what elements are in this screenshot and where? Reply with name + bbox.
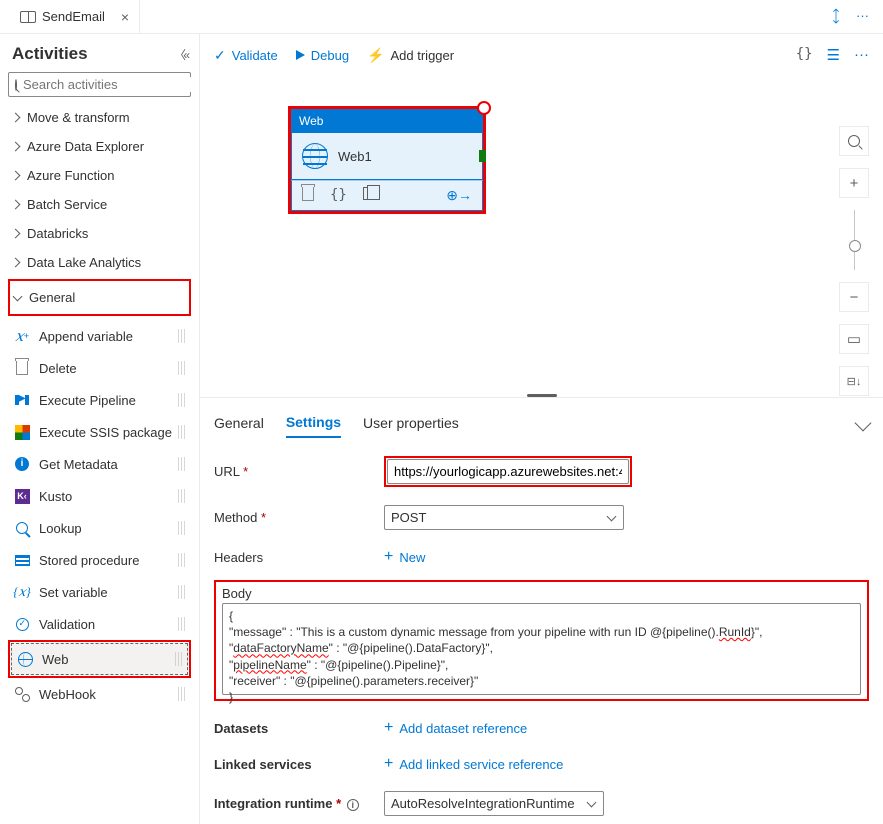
activity-kusto[interactable]: K‹Kusto bbox=[8, 480, 191, 512]
debug-button[interactable]: Debug bbox=[296, 48, 349, 63]
body-label: Body bbox=[222, 586, 861, 601]
add-trigger-button[interactable]: ⚡Add trigger bbox=[367, 47, 454, 64]
integration-runtime-label: Integration runtime * i bbox=[214, 796, 374, 811]
add-linked-service-button[interactable]: +Add linked service reference bbox=[384, 755, 563, 773]
cat-azure-function[interactable]: Azure Function bbox=[8, 161, 191, 190]
body-section: Body {"message" : "This is a custom dyna… bbox=[214, 580, 869, 701]
delete-node-icon[interactable] bbox=[302, 187, 314, 201]
activity-execute-ssis[interactable]: Execute SSIS package bbox=[8, 416, 191, 448]
activity-web[interactable]: Web bbox=[11, 643, 188, 675]
activities-sidebar: Activities 〈 « Move & transform Azure Da… bbox=[0, 34, 200, 824]
canvas-search-icon[interactable] bbox=[839, 126, 869, 156]
sidebar-title: Activities bbox=[12, 44, 88, 64]
activity-set-variable[interactable]: {𝑥}Set variable bbox=[8, 576, 191, 608]
url-input[interactable] bbox=[387, 459, 629, 484]
add-dataset-button[interactable]: +Add dataset reference bbox=[384, 719, 527, 737]
autolayout-icon[interactable]: ⊟↓ bbox=[839, 366, 869, 396]
copy-node-icon[interactable] bbox=[363, 187, 374, 200]
cat-general[interactable]: General bbox=[10, 283, 189, 312]
fit-icon[interactable]: ▭ bbox=[839, 324, 869, 354]
tab-user-properties[interactable]: User properties bbox=[363, 409, 459, 437]
tab-title: SendEmail bbox=[42, 9, 105, 24]
integration-runtime-select[interactable]: AutoResolveIntegrationRuntime bbox=[384, 791, 604, 816]
method-label: Method * bbox=[214, 510, 374, 525]
method-select[interactable]: POST bbox=[384, 505, 624, 530]
node-name: Web1 bbox=[338, 149, 372, 164]
activity-stored-procedure[interactable]: Stored procedure bbox=[8, 544, 191, 576]
pipeline-icon bbox=[20, 11, 36, 23]
search-input-wrap[interactable] bbox=[8, 72, 191, 97]
expand-icon[interactable]: ⤢ bbox=[826, 6, 847, 27]
canvas-zoom-tools: + − ▭ ⊟↓ bbox=[839, 126, 869, 408]
activity-webhook[interactable]: WebHook bbox=[8, 678, 191, 710]
activity-get-metadata[interactable]: iGet Metadata bbox=[8, 448, 191, 480]
code-icon[interactable]: {} bbox=[796, 46, 813, 64]
linked-services-label: Linked services bbox=[214, 757, 374, 772]
collapse-icon[interactable]: 〈 « bbox=[174, 46, 187, 63]
node-header: Web bbox=[291, 109, 483, 133]
headers-label: Headers bbox=[214, 550, 374, 565]
cat-move-transform[interactable]: Move & transform bbox=[8, 103, 191, 132]
tab-settings[interactable]: Settings bbox=[286, 408, 341, 438]
activity-delete[interactable]: Delete bbox=[8, 352, 191, 384]
add-header-button[interactable]: +New bbox=[384, 548, 425, 566]
validate-button[interactable]: ✓Validate bbox=[214, 47, 278, 64]
more-icon[interactable]: ··· bbox=[856, 8, 869, 25]
cat-azure-data-explorer[interactable]: Azure Data Explorer bbox=[8, 132, 191, 161]
activity-lookup[interactable]: Lookup bbox=[8, 512, 191, 544]
web-activity-node[interactable]: Web Web1 {} ⊕→ bbox=[288, 106, 486, 214]
datasets-label: Datasets bbox=[214, 721, 374, 736]
zoom-out-icon[interactable]: − bbox=[839, 282, 869, 312]
node-toolbar: {} ⊕→ bbox=[291, 180, 483, 211]
info-icon[interactable]: i bbox=[347, 799, 359, 811]
search-input[interactable] bbox=[17, 77, 199, 92]
body-textarea[interactable]: {"message" : "This is a custom dynamic m… bbox=[222, 603, 861, 695]
tab-general[interactable]: General bbox=[214, 409, 264, 437]
cat-data-lake[interactable]: Data Lake Analytics bbox=[8, 248, 191, 277]
url-label: URL * bbox=[214, 464, 374, 479]
toolbar-more-icon[interactable]: ··· bbox=[854, 46, 869, 64]
canvas-toolbar: ✓Validate Debug ⚡Add trigger {} ☰ ··· bbox=[200, 34, 883, 76]
properties-panel: General Settings User properties URL * M… bbox=[200, 397, 883, 824]
pipeline-canvas[interactable]: Web Web1 {} ⊕→ + − ▭ bbox=[200, 76, 883, 394]
pipeline-tab[interactable]: SendEmail × bbox=[10, 0, 140, 33]
cat-batch-service[interactable]: Batch Service bbox=[8, 190, 191, 219]
close-icon[interactable]: × bbox=[121, 9, 129, 25]
cat-databricks[interactable]: Databricks bbox=[8, 219, 191, 248]
params-icon[interactable]: ☰ bbox=[827, 46, 840, 64]
tab-bar: SendEmail × ⤢ ··· bbox=[0, 0, 883, 34]
activity-execute-pipeline[interactable]: Execute Pipeline bbox=[8, 384, 191, 416]
globe-icon bbox=[302, 143, 328, 169]
zoom-slider[interactable] bbox=[854, 210, 855, 270]
search-icon bbox=[15, 79, 17, 91]
activity-append-variable[interactable]: 𝑥+Append variable bbox=[8, 320, 191, 352]
node-output-handle[interactable] bbox=[479, 150, 486, 162]
node-arrow-icon[interactable]: ⊕→ bbox=[446, 187, 472, 204]
node-code-icon[interactable]: {} bbox=[330, 187, 347, 204]
activity-validation[interactable]: Validation bbox=[8, 608, 191, 640]
zoom-in-icon[interactable]: + bbox=[839, 168, 869, 198]
panel-collapse-icon[interactable] bbox=[855, 415, 872, 432]
